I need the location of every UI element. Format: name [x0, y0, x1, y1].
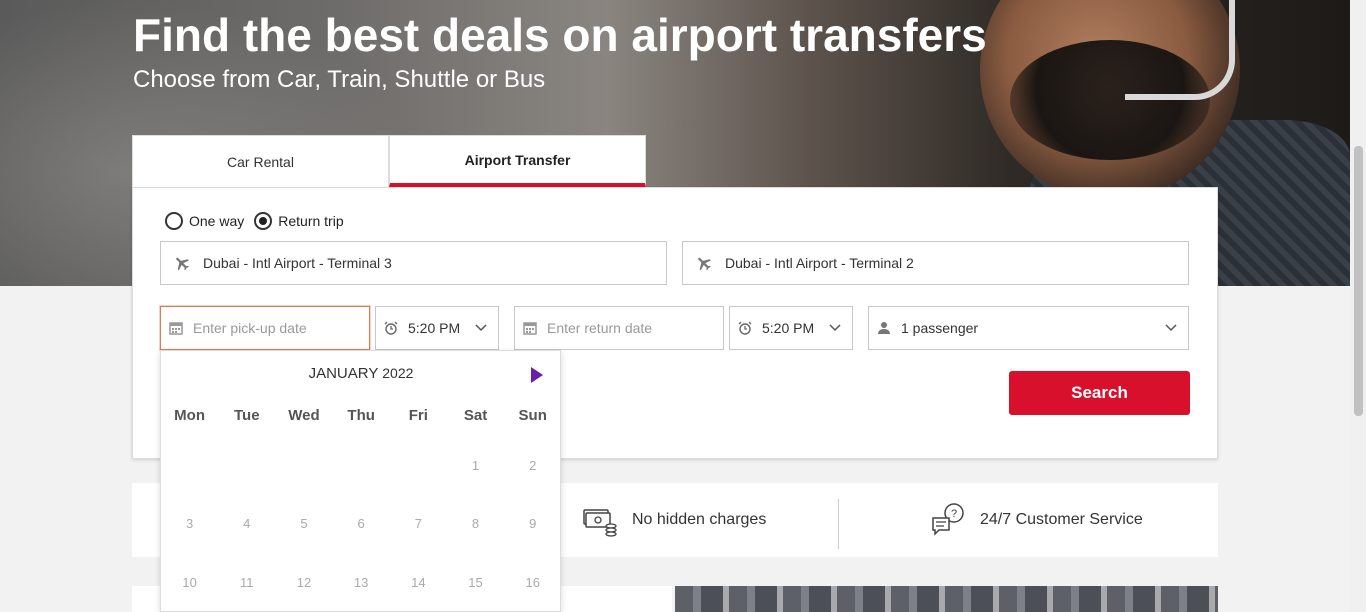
calendar-day — [161, 458, 218, 473]
pickup-location-value: Dubai - Intl Airport - Terminal 3 — [203, 255, 392, 271]
svg-text:?: ? — [951, 508, 957, 520]
weekday-label: Wed — [288, 407, 320, 424]
pickup-time-select[interactable]: 5:20 PM — [375, 306, 499, 350]
alarm-clock-icon — [384, 321, 400, 335]
calendar-day[interactable]: 5 — [275, 516, 332, 531]
feature-customer-service: ? 24/7 Customer Service — [930, 483, 1143, 557]
calendar-day[interactable]: 13 — [333, 575, 390, 590]
return-date-field[interactable]: Enter return date — [514, 306, 724, 350]
weekday-label: Thu — [347, 407, 375, 424]
calendar-month: JANUARY — [308, 365, 379, 382]
return-trip-radio[interactable] — [254, 212, 273, 230]
city-street-image — [675, 586, 1218, 612]
next-month-arrow-icon[interactable] — [531, 367, 543, 383]
trip-type-one-way[interactable]: One way — [165, 212, 244, 230]
return-date-placeholder: Enter return date — [547, 320, 653, 336]
calendar-day — [275, 458, 332, 473]
weekday-label: Fri — [408, 407, 428, 424]
calendar-day[interactable]: 15 — [447, 575, 504, 590]
calendar-month-title: JANUARY 2022 — [161, 365, 561, 382]
return-time-select[interactable]: 5:20 PM — [729, 306, 853, 350]
pickup-date-placeholder: Enter pick-up date — [193, 320, 307, 336]
search-tabs: Car Rental Airport Transfer — [132, 135, 646, 187]
calendar-day[interactable]: 8 — [447, 516, 504, 531]
calendar-day[interactable]: 16 — [504, 575, 561, 590]
calendar-day[interactable]: 11 — [218, 575, 275, 590]
tab-car-rental[interactable]: Car Rental — [132, 135, 389, 187]
search-button[interactable]: Search — [1009, 371, 1190, 415]
calendar-day[interactable]: 1 — [447, 458, 504, 473]
dropoff-location-field[interactable]: Dubai - Intl Airport - Terminal 2 — [682, 241, 1189, 285]
hero-title: Find the best deals on airport transfers — [133, 9, 987, 61]
calendar-day[interactable]: 10 — [161, 575, 218, 590]
trip-type-group: One way Return trip — [165, 212, 354, 230]
hero-phone — [1125, 0, 1235, 100]
return-time-value: 5:20 PM — [762, 320, 815, 336]
feature-divider — [838, 499, 839, 549]
chevron-down-icon — [475, 324, 487, 332]
alarm-clock-icon — [738, 321, 754, 335]
weekday-label: Tue — [234, 407, 260, 424]
feature-no-hidden-charges: No hidden charges — [582, 483, 766, 557]
weekday-label: Mon — [174, 407, 205, 424]
calendar-day — [218, 458, 275, 473]
one-way-radio[interactable] — [165, 212, 183, 230]
calendar-day[interactable]: 3 — [161, 516, 218, 531]
one-way-label: One way — [189, 213, 245, 229]
calendar-icon — [169, 321, 185, 335]
pickup-location-field[interactable]: Dubai - Intl Airport - Terminal 3 — [160, 241, 667, 285]
calendar-day[interactable]: 9 — [504, 516, 561, 531]
pickup-time-value: 5:20 PM — [408, 320, 461, 336]
plane-icon — [173, 254, 193, 272]
money-stack-icon — [582, 502, 618, 538]
calendar-day[interactable]: 4 — [218, 516, 275, 531]
feature-label: No hidden charges — [632, 511, 767, 528]
calendar-day[interactable]: 14 — [390, 575, 447, 590]
feature-label: 24/7 Customer Service — [980, 511, 1143, 528]
plane-icon — [695, 254, 715, 272]
calendar-day[interactable]: 6 — [333, 516, 390, 531]
trip-type-return[interactable]: Return trip — [254, 212, 344, 230]
person-icon — [877, 321, 893, 335]
page-scrollbar[interactable] — [1350, 0, 1366, 612]
weekday-label: Sat — [463, 407, 488, 424]
calendar-week: 10 11 12 13 14 15 16 — [161, 575, 561, 590]
calendar-day — [333, 458, 390, 473]
chevron-down-icon — [1165, 324, 1177, 332]
tab-airport-transfer[interactable]: Airport Transfer — [389, 135, 646, 187]
calendar-day[interactable]: 12 — [275, 575, 332, 590]
return-trip-label: Return trip — [278, 213, 344, 229]
calendar-year: 2022 — [382, 365, 414, 381]
scrollbar-thumb[interactable] — [1354, 146, 1363, 416]
calendar-day[interactable]: 7 — [390, 516, 447, 531]
pickup-date-field[interactable]: Enter pick-up date — [160, 306, 370, 350]
hero-subtitle: Choose from Car, Train, Shuttle or Bus — [133, 66, 546, 93]
passenger-value: 1 passenger — [901, 320, 979, 336]
calendar-week: 3 4 5 6 7 8 9 — [161, 516, 561, 531]
date-picker-calendar: JANUARY 2022 Mon Tue Wed Thu Fri Sat Sun… — [160, 350, 561, 612]
chat-question-icon: ? — [930, 502, 966, 538]
calendar-day[interactable]: 2 — [504, 458, 561, 473]
calendar-week: 1 2 — [161, 458, 561, 473]
weekday-label: Sun — [518, 407, 547, 424]
chevron-down-icon — [829, 324, 841, 332]
passenger-select[interactable]: 1 passenger — [868, 306, 1189, 350]
dropoff-location-value: Dubai - Intl Airport - Terminal 2 — [725, 255, 914, 271]
calendar-day — [390, 458, 447, 473]
calendar-weekday-header: Mon Tue Wed Thu Fri Sat Sun — [161, 407, 561, 424]
calendar-icon — [523, 321, 539, 335]
